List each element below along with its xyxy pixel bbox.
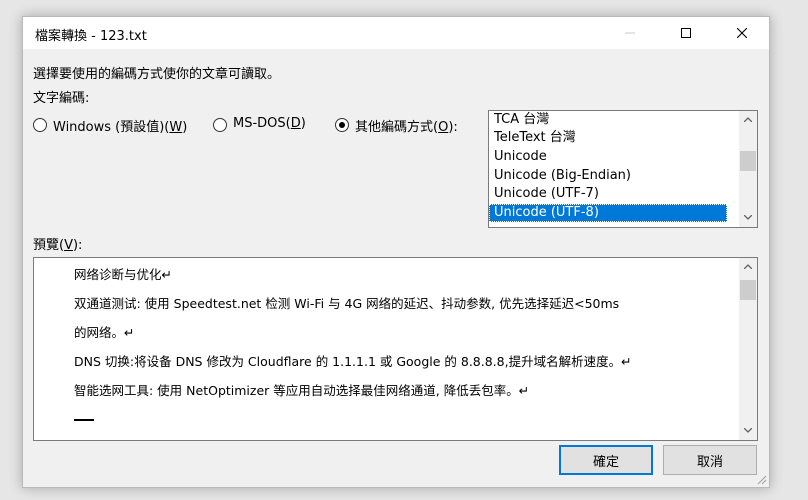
- maximize-icon: [681, 28, 691, 38]
- radio-selected-dot: [339, 122, 345, 128]
- chevron-up-icon: [744, 117, 752, 122]
- resize-grip-icon[interactable]: [756, 474, 767, 485]
- radio-windows-label[interactable]: Windows (預設值)(W): [53, 116, 187, 135]
- scroll-down-button[interactable]: [739, 209, 757, 227]
- scroll-thumb[interactable]: [740, 151, 756, 171]
- encoding-option[interactable]: Unicode (UTF-7): [489, 185, 727, 203]
- preview-line: 双通道测试: 使用 Speedtest.net 检测 Wi-Fi 与 4G 网络…: [74, 296, 620, 311]
- encoding-option[interactable]: TeleText 台灣: [489, 129, 727, 147]
- scroll-up-button[interactable]: [739, 258, 757, 276]
- radio-other-encoding-circle[interactable]: [335, 118, 349, 132]
- preview-textbox[interactable]: 网络诊断与优化↵ 双通道测试: 使用 Speedtest.net 检测 Wi-F…: [33, 257, 758, 441]
- preview-label: 預覽(V):: [33, 238, 83, 253]
- minimize-button[interactable]: [607, 17, 653, 49]
- preview-line: 的网络。↵: [74, 325, 135, 340]
- encoding-option[interactable]: TCA 台灣: [489, 111, 727, 129]
- instructions-text: 選擇要使用的編碼方式使你的文章可讀取。: [33, 67, 281, 82]
- scroll-down-button[interactable]: [739, 422, 757, 440]
- radio-msdos-circle[interactable]: [213, 118, 227, 132]
- cancel-button[interactable]: 取消: [663, 445, 757, 475]
- radio-msdos-label[interactable]: MS-DOS(D): [233, 116, 306, 131]
- encoding-listbox[interactable]: TCA 台灣 TeleText 台灣 Unicode Unicode (Big-…: [488, 110, 758, 228]
- encoding-option-selected[interactable]: Unicode (UTF-8): [489, 204, 727, 222]
- encoding-option[interactable]: Unicode (Big-Endian): [489, 167, 727, 185]
- window-title: 檔案轉換 - 123.txt: [35, 29, 147, 44]
- chevron-down-icon: [744, 428, 752, 433]
- radio-other-encoding-label[interactable]: 其他編碼方式(O):: [355, 116, 458, 135]
- preview-scrollbar[interactable]: [739, 258, 757, 440]
- preview-line: 智能选网工具: 使用 NetOptimizer 等应用自动选择最佳网络通道, 降…: [74, 383, 530, 398]
- text-caret: [74, 419, 94, 421]
- ok-button[interactable]: 確定: [559, 445, 653, 475]
- close-icon: [737, 28, 747, 38]
- title-bar[interactable]: 檔案轉換 - 123.txt: [23, 17, 769, 49]
- scroll-up-button[interactable]: [739, 111, 757, 129]
- close-button[interactable]: [719, 17, 765, 49]
- encoding-list-scrollbar[interactable]: [739, 111, 757, 227]
- encoding-label: 文字編碼:: [33, 91, 90, 106]
- preview-line: 网络诊断与优化↵: [74, 267, 172, 282]
- scroll-thumb[interactable]: [740, 280, 756, 300]
- file-conversion-dialog: 檔案轉換 - 123.txt 選擇要使用的編碼方式使你的文章可讀取。 文字編碼:…: [22, 16, 770, 488]
- radio-windows-circle[interactable]: [33, 118, 47, 132]
- maximize-button[interactable]: [663, 17, 709, 49]
- minimize-icon: [625, 32, 635, 34]
- chevron-up-icon: [744, 264, 752, 269]
- chevron-down-icon: [744, 215, 752, 220]
- preview-line: DNS 切换:将设备 DNS 修改为 Cloudflare 的 1.1.1.1 …: [74, 354, 632, 369]
- encoding-option[interactable]: Unicode: [489, 148, 727, 166]
